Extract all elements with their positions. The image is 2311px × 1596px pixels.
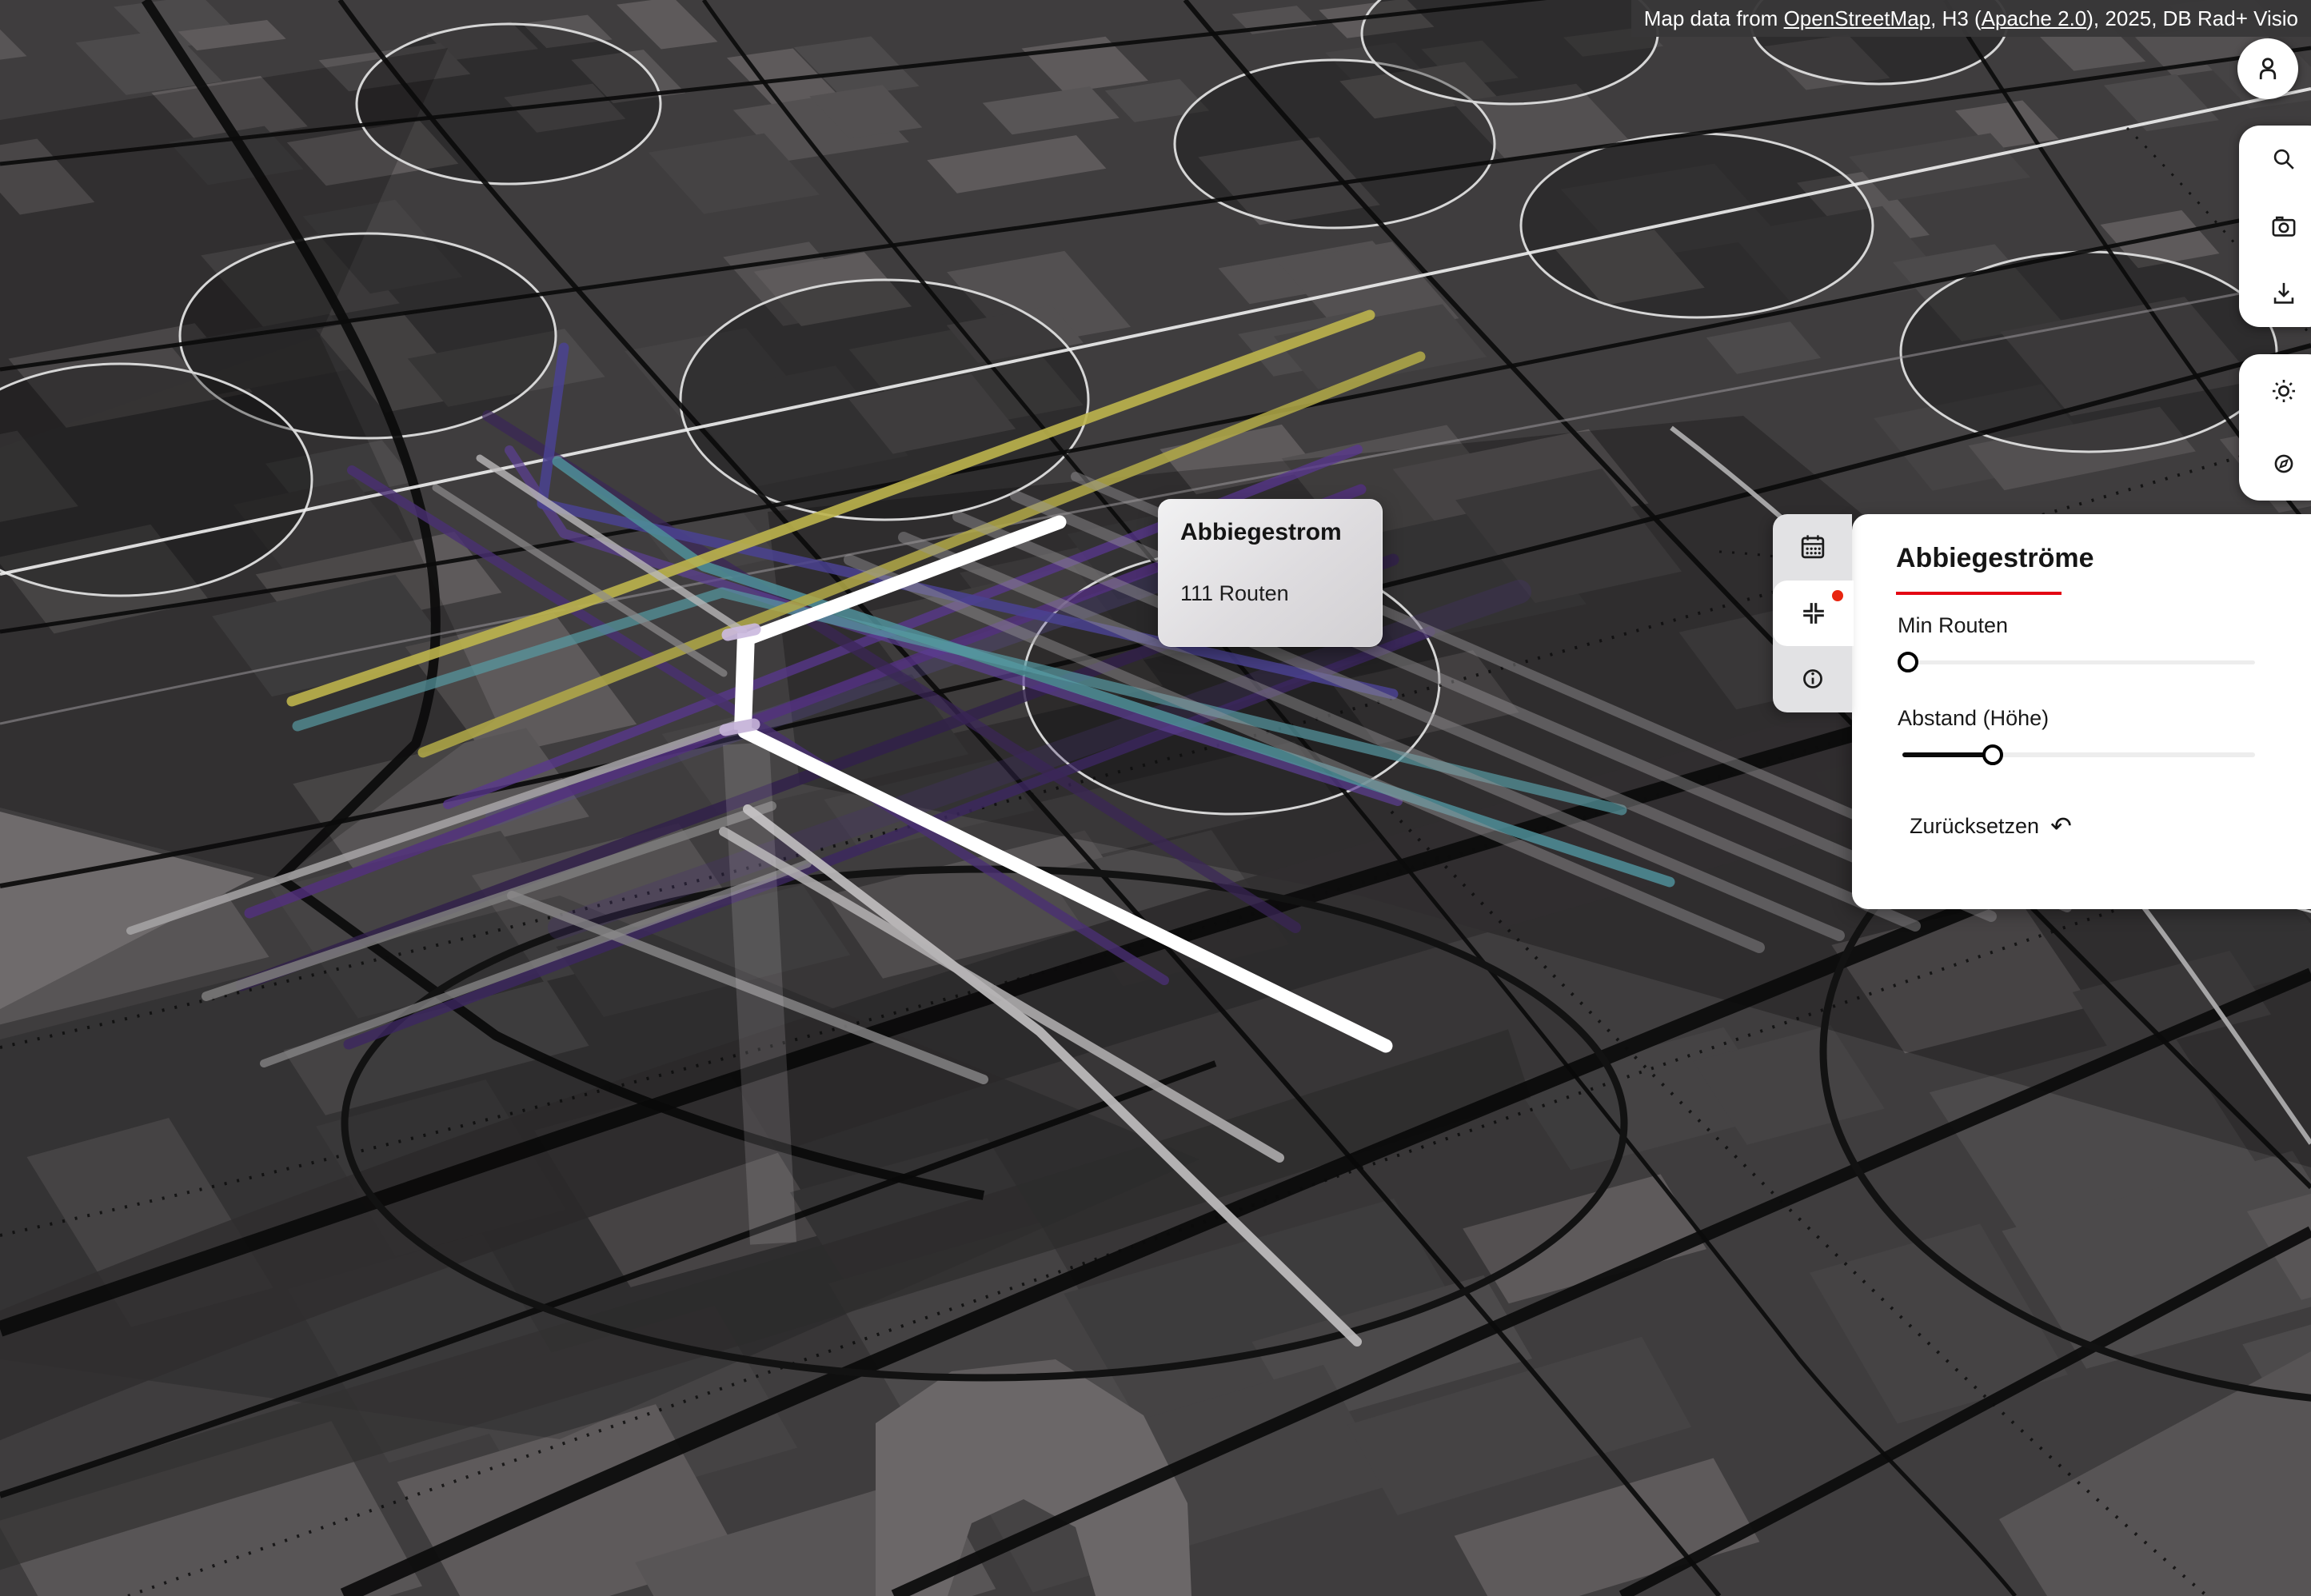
map-attribution: Map data from OpenStreetMap, H3 (Apache … <box>1631 0 2311 37</box>
camera-icon <box>2267 209 2301 243</box>
user-account-button[interactable] <box>2237 38 2298 99</box>
search-icon <box>2267 142 2301 176</box>
slider-fill <box>1902 752 1993 757</box>
screenshot-button[interactable] <box>2239 193 2311 260</box>
map-tools-group <box>2239 126 2311 327</box>
abbiegestroeme-panel: Abbiegeströme Min Routen Abstand (Höhe) … <box>1852 514 2311 909</box>
compass-icon <box>2267 447 2301 481</box>
compass-button[interactable] <box>2239 428 2311 501</box>
tab-calendar[interactable] <box>1773 514 1852 581</box>
map-display-group <box>2239 354 2311 501</box>
download-button[interactable] <box>2239 260 2311 327</box>
undo-arrow-icon: ↶ <box>2050 813 2072 839</box>
search-button[interactable] <box>2239 126 2311 193</box>
tab-abbiegestroeme[interactable] <box>1773 581 1854 647</box>
info-icon <box>1795 661 1830 696</box>
tab-info[interactable] <box>1773 646 1852 712</box>
panel-tab-strip <box>1773 514 1852 712</box>
brightness-icon <box>2267 374 2301 408</box>
calendar-icon <box>1795 529 1830 565</box>
intersection-icon <box>1796 596 1831 631</box>
panel-title: Abbiegeströme <box>1896 543 2094 574</box>
abstand-hoehe-label: Abstand (Höhe) <box>1898 706 2049 731</box>
brightness-button[interactable] <box>2239 354 2311 428</box>
min-routen-label: Min Routen <box>1898 613 2008 638</box>
user-icon <box>2251 52 2285 86</box>
app-window: Map data from OpenStreetMap, H3 (Apache … <box>0 0 2311 1596</box>
tooltip-title: Abbiegestrom <box>1180 519 1342 546</box>
notification-badge <box>1832 590 1843 601</box>
reset-button[interactable]: Zurücksetzen ↶ <box>1905 808 2077 844</box>
reset-label: Zurücksetzen <box>1910 814 2039 839</box>
slider-handle[interactable] <box>1982 744 2003 765</box>
attribution-text: Map data from <box>1644 6 1784 31</box>
apache-license-link[interactable]: Apache 2.0 <box>1982 6 2087 31</box>
flow-tooltip: Abbiegestrom 111 Routen <box>1158 499 1383 647</box>
download-icon <box>2267 277 2301 310</box>
osm-link[interactable]: OpenStreetMap <box>1784 6 1931 31</box>
slider-handle[interactable] <box>1898 652 1918 672</box>
slider-track[interactable] <box>1902 660 2255 664</box>
title-accent-underline <box>1896 592 2062 595</box>
tooltip-route-count: 111 Routen <box>1180 581 1289 606</box>
